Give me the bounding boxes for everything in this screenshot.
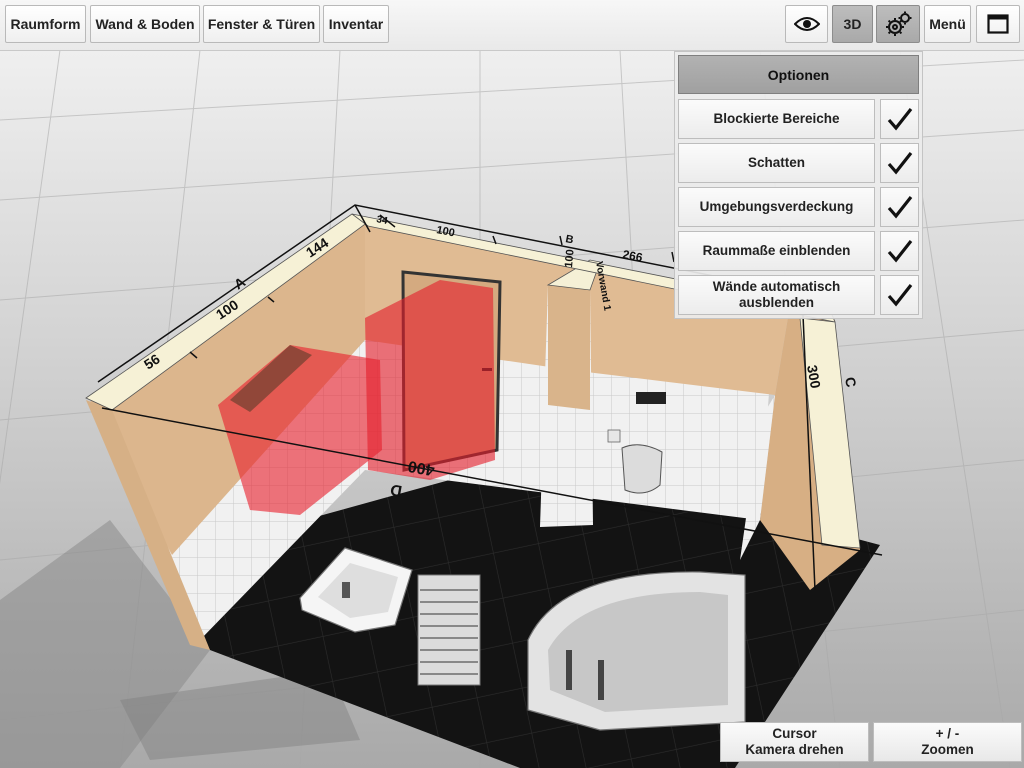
checkmark-icon	[887, 240, 912, 263]
bath-tap	[566, 650, 572, 690]
toilet-paper	[607, 429, 621, 443]
fenster-tueren-button[interactable]: Fenster & Türen	[203, 5, 320, 43]
checkmark-icon	[887, 284, 912, 307]
menu-button[interactable]: Menü	[924, 5, 971, 43]
inventar-button[interactable]: Inventar	[323, 5, 389, 43]
checkmark-icon	[887, 108, 912, 131]
option-schatten[interactable]: Schatten	[678, 143, 875, 183]
option-blockierte-bereiche[interactable]: Blockierte Bereiche	[678, 99, 875, 139]
camera-rotate-label: Kamera drehen	[745, 742, 844, 757]
bath-tap-2	[598, 660, 604, 700]
towel-radiator	[417, 574, 481, 686]
fullscreen-button[interactable]	[976, 5, 1020, 43]
checkmark-icon	[887, 196, 912, 219]
option-umgebungsverdeckung[interactable]: Umgebungsverdeckung	[678, 187, 875, 227]
checkbox-raummasse-einblenden[interactable]	[880, 231, 919, 271]
options-title: Optionen	[678, 55, 919, 94]
top-toolbar: Raumform Wand & Boden Fenster & Türen In…	[0, 0, 1024, 51]
flush-plate	[636, 392, 666, 404]
option-waende-automatisch-ausblenden[interactable]: Wände automatisch ausblenden	[678, 275, 875, 315]
gears-icon	[886, 11, 912, 36]
toilet	[621, 444, 663, 494]
dim-vorwand-100: 100	[563, 249, 577, 268]
checkbox-schatten[interactable]	[880, 143, 919, 183]
checkbox-waende-automatisch-ausblenden[interactable]	[880, 275, 919, 315]
visibility-button[interactable]	[785, 5, 828, 43]
blocked-area-door	[365, 280, 495, 480]
eye-icon	[793, 17, 820, 31]
zoom-label: Zoomen	[921, 742, 974, 757]
checkbox-blockierte-bereiche[interactable]	[880, 99, 919, 139]
camera-rotate-button[interactable]: Cursor Kamera drehen	[720, 722, 869, 762]
checkbox-umgebungsverdeckung[interactable]	[880, 187, 919, 227]
cursor-label: Cursor	[772, 726, 817, 741]
options-panel: Optionen Blockierte Bereiche Schatten Um…	[674, 51, 923, 319]
checkmark-icon	[887, 152, 912, 175]
vorwand-upper	[548, 285, 590, 410]
window-icon	[987, 14, 1009, 34]
sink-tap	[342, 582, 350, 598]
wand-boden-button[interactable]: Wand & Boden	[90, 5, 200, 43]
zoom-plus-minus-label: + / -	[935, 726, 960, 741]
option-label-line2: ausblenden	[738, 295, 814, 310]
option-raummasse-einblenden[interactable]: Raummaße einblenden	[678, 231, 875, 271]
zoom-button[interactable]: + / - Zoomen	[873, 722, 1022, 762]
view-3d-button[interactable]: 3D	[832, 5, 873, 43]
raumform-button[interactable]: Raumform	[5, 5, 86, 43]
option-label-line1: Wände automatisch	[712, 279, 841, 294]
settings-button[interactable]	[876, 5, 920, 43]
